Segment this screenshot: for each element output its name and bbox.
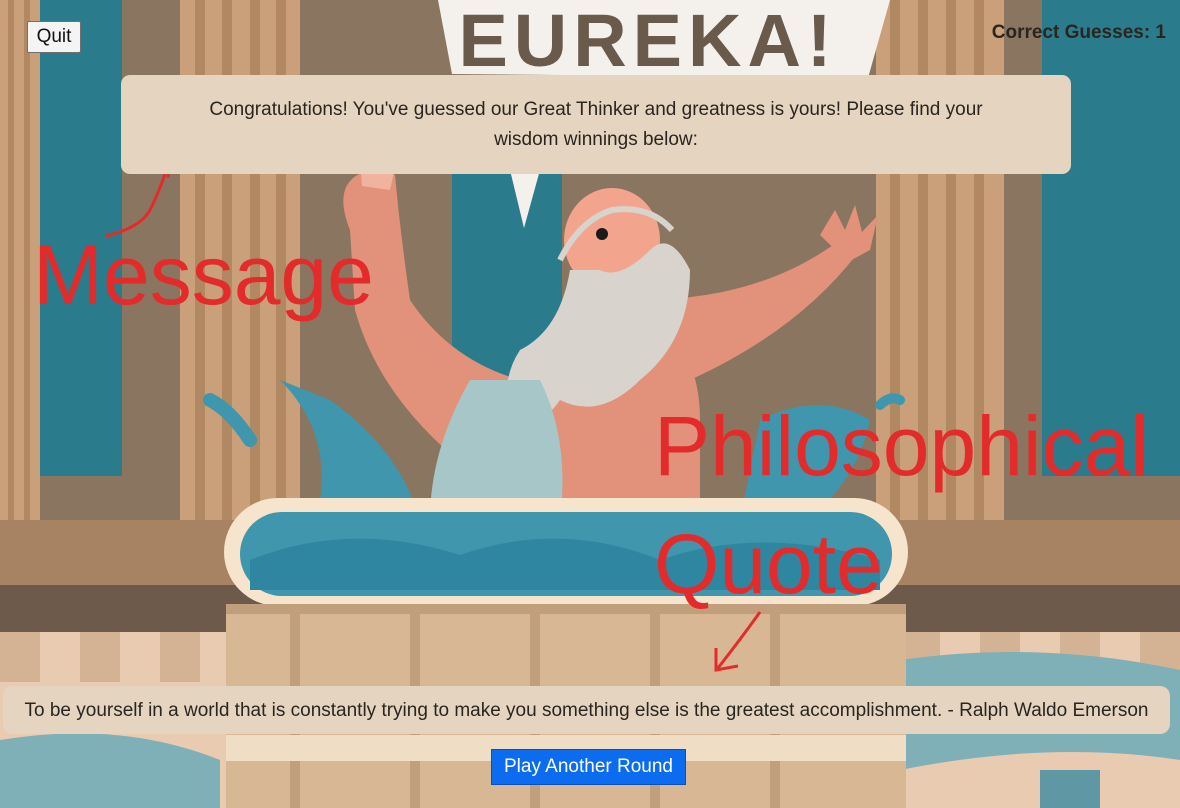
annotation-message-label: Message bbox=[33, 228, 374, 322]
congratulations-message: Congratulations! You've guessed our Grea… bbox=[121, 75, 1071, 174]
annotation-quote-label: Quote bbox=[654, 517, 883, 611]
philosophical-quote: To be yourself in a world that is consta… bbox=[3, 686, 1170, 734]
correct-guesses-counter: Correct Guesses: 1 bbox=[991, 22, 1166, 43]
play-another-round-button[interactable]: Play Another Round bbox=[491, 749, 686, 785]
quit-button[interactable]: Quit bbox=[27, 21, 81, 53]
svg-text:EUREKA!: EUREKA! bbox=[458, 0, 837, 82]
annotation-philosophical-label: Philosophical bbox=[654, 399, 1149, 493]
eureka-logo: EUREKA! bbox=[438, 0, 890, 82]
